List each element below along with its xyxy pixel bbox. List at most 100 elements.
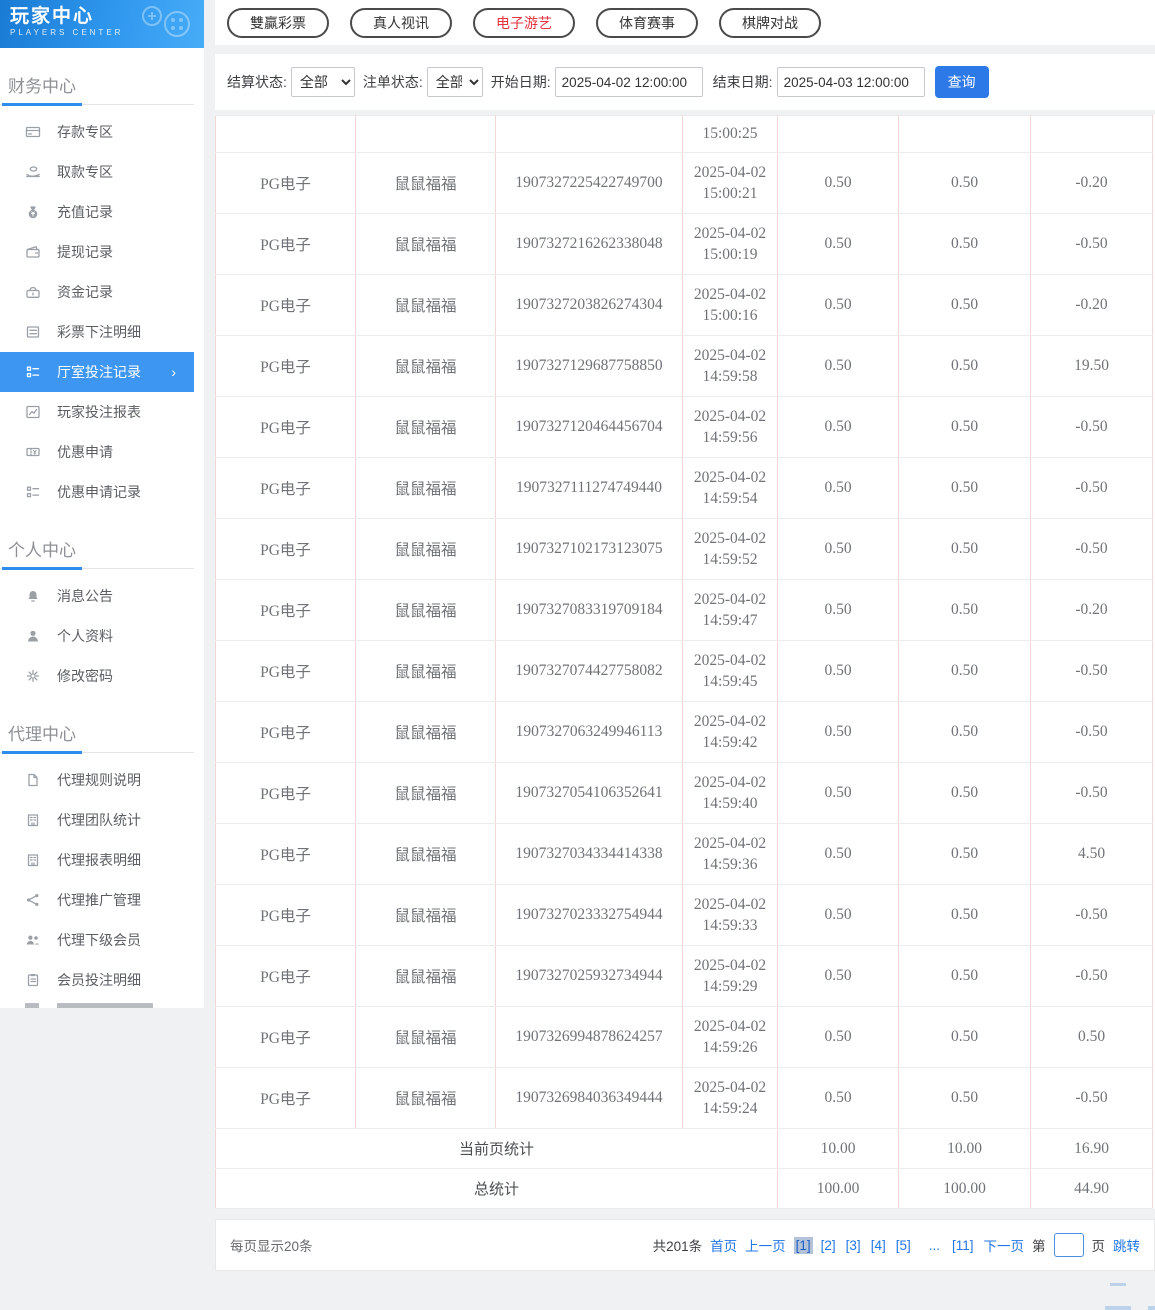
query-button[interactable]: 查询	[935, 66, 989, 98]
person-icon	[25, 628, 41, 644]
table-row: PG电子 鼠鼠福福 1907327216262338048 2025-04-02…	[216, 214, 1153, 275]
cell-bet-amount: 0.50	[778, 336, 899, 397]
sidebar-item-label: 代理推广管理	[57, 890, 141, 910]
cell-platform: PG电子	[216, 580, 356, 641]
moneybag-icon	[25, 204, 41, 220]
next-page-link[interactable]: 下一页	[984, 1235, 1025, 1255]
hand-coin-icon	[25, 164, 41, 180]
building-icon	[25, 812, 41, 828]
start-date-input[interactable]	[555, 67, 703, 97]
sidebar-item-修改密码[interactable]: 修改密码	[0, 656, 204, 696]
sidebar-item-提现记录[interactable]: 提现记录	[0, 232, 204, 272]
tab-真人视讯[interactable]: 真人视讯	[350, 8, 452, 38]
summary-profit: 44.90	[1031, 1169, 1153, 1209]
sidebar-item-彩票下注明细[interactable]: 彩票下注明细	[0, 312, 204, 352]
sidebar-item-会员投注明细[interactable]: 会员投注明细	[0, 960, 204, 1000]
cell-datetime: 2025-04-0215:00:19	[683, 214, 778, 275]
table-row: PG电子 鼠鼠福福 1907327025932734944 2025-04-02…	[216, 946, 1153, 1007]
cell-valid-amount: 0.50	[899, 1068, 1031, 1129]
records-table-panel: 15:00:25 PG电子 鼠鼠福福 1907327225422749700 2…	[215, 115, 1155, 1209]
cell-order-id: 1907326984036349444	[496, 1068, 683, 1129]
page-link-3[interactable]: [3]	[844, 1237, 863, 1254]
first-page-link[interactable]: 首页	[710, 1235, 737, 1255]
sidebar-section: 代理中心 代理规则说明 代理团队统计 代理报表明细 代理推广管理 代理下级会员 …	[0, 710, 204, 1008]
cell-profit: -0.20	[1031, 275, 1153, 336]
cell-bet-amount: 0.50	[778, 580, 899, 641]
cell-profit: -0.50	[1031, 885, 1153, 946]
cell-platform: PG电子	[216, 458, 356, 519]
summary-label: 当前页统计	[216, 1129, 778, 1169]
page-link-2[interactable]: [2]	[819, 1237, 838, 1254]
pagination-bar: 每页显示20条 共201条 首页 上一页 [1][2][3][4][5] ...…	[215, 1219, 1155, 1271]
sidebar-item-代理团队统计[interactable]: 代理团队统计	[0, 800, 204, 840]
page-link-4[interactable]: [4]	[869, 1237, 888, 1254]
sidebar-item-玩家投注报表[interactable]: 玩家投注报表	[0, 392, 204, 432]
jump-button[interactable]: 跳转	[1113, 1235, 1140, 1255]
summary-row: 当前页统计 10.00 10.00 16.90	[216, 1129, 1153, 1169]
sidebar-item-优惠申请记录[interactable]: 优惠申请记录	[0, 472, 204, 512]
sidebar-item-取款专区[interactable]: 取款专区	[0, 152, 204, 192]
sidebar-item-代理规则说明[interactable]: 代理规则说明	[0, 760, 204, 800]
page-link-5[interactable]: [5]	[894, 1237, 913, 1254]
page-link-1[interactable]: [1]	[794, 1237, 813, 1254]
tab-棋牌对战[interactable]: 棋牌对战	[719, 8, 821, 38]
sidebar-item-label: 代理报表明细	[57, 850, 141, 870]
tab-雙贏彩票[interactable]: 雙贏彩票	[227, 8, 329, 38]
sidebar-item-代理报表明细[interactable]: 代理报表明细	[0, 840, 204, 880]
cell-profit: -0.50	[1031, 1068, 1153, 1129]
tab-体育赛事[interactable]: 体育赛事	[596, 8, 698, 38]
end-date-input[interactable]	[777, 67, 925, 97]
table-row-clipped: 15:00:25	[216, 116, 1153, 153]
table-row: PG电子 鼠鼠福福 1907327129687758850 2025-04-02…	[216, 336, 1153, 397]
table-row: PG电子 鼠鼠福福 1907327054106352641 2025-04-02…	[216, 763, 1153, 824]
sidebar-item-个人资料[interactable]: 个人资料	[0, 616, 204, 656]
clipped-row-time: 15:00:25	[683, 116, 778, 153]
cell-platform: PG电子	[216, 336, 356, 397]
sidebar-item-优惠申请[interactable]: 优惠申请	[0, 432, 204, 472]
sidebar-item-label: 彩票下注明细	[57, 322, 141, 342]
sidebar-item-clipped[interactable]	[0, 1000, 204, 1008]
cell-valid-amount: 0.50	[899, 580, 1031, 641]
cell-valid-amount: 0.50	[899, 458, 1031, 519]
pagination-controls: 共201条 首页 上一页 [1][2][3][4][5] ... [11] 下一…	[653, 1233, 1140, 1257]
cell-datetime: 2025-04-0214:59:42	[683, 702, 778, 763]
table-row: PG电子 鼠鼠福福 1907327120464456704 2025-04-02…	[216, 397, 1153, 458]
sidebar-section-title: 代理中心	[0, 710, 204, 751]
cell-datetime: 2025-04-0214:59:40	[683, 763, 778, 824]
cell-order-id: 1907327083319709184	[496, 580, 683, 641]
cell-game: 鼠鼠福福	[356, 275, 496, 336]
sidebar-item-label: 优惠申请记录	[57, 482, 141, 502]
cell-order-id: 1907327111274749440	[496, 458, 683, 519]
sidebar-item-代理推广管理[interactable]: 代理推广管理	[0, 880, 204, 920]
game-category-tabbar: 雙贏彩票真人视讯电子游艺体育赛事棋牌对战	[215, 0, 1155, 45]
cell-platform: PG电子	[216, 946, 356, 1007]
cell-valid-amount: 0.50	[899, 702, 1031, 763]
cell-datetime: 2025-04-0214:59:58	[683, 336, 778, 397]
page-link-11[interactable]: [11]	[950, 1237, 976, 1254]
cell-game: 鼠鼠福福	[356, 214, 496, 275]
cell-bet-amount: 0.50	[778, 397, 899, 458]
cell-profit: 4.50	[1031, 824, 1153, 885]
page-jump-input[interactable]	[1054, 1233, 1084, 1257]
cell-datetime: 2025-04-0215:00:21	[683, 153, 778, 214]
cell-bet-amount: 0.50	[778, 275, 899, 336]
cell-platform: PG电子	[216, 885, 356, 946]
tab-电子游艺[interactable]: 电子游艺	[473, 8, 575, 38]
settle-status-select[interactable]: 全部	[291, 67, 355, 97]
sidebar-item-消息公告[interactable]: 消息公告	[0, 576, 204, 616]
sidebar-item-厅室投注记录[interactable]: 厅室投注记录 ›	[0, 352, 194, 392]
share-icon	[25, 892, 41, 908]
table-row: PG电子 鼠鼠福福 1907327074427758082 2025-04-02…	[216, 641, 1153, 702]
sidebar-item-label: 玩家投注报表	[57, 402, 141, 422]
cell-valid-amount: 0.50	[899, 824, 1031, 885]
prev-page-link[interactable]: 上一页	[745, 1235, 786, 1255]
cell-datetime: 2025-04-0214:59:45	[683, 641, 778, 702]
order-status-select[interactable]: 全部	[427, 67, 483, 97]
sidebar-item-充值记录[interactable]: 充值记录	[0, 192, 204, 232]
ticket-icon	[25, 444, 41, 460]
sidebar-item-资金记录[interactable]: 资金记录	[0, 272, 204, 312]
section-underline	[0, 567, 204, 570]
sidebar-item-存款专区[interactable]: 存款专区	[0, 112, 204, 152]
sidebar-item-代理下级会员[interactable]: 代理下级会员	[0, 920, 204, 960]
cell-game: 鼠鼠福福	[356, 458, 496, 519]
